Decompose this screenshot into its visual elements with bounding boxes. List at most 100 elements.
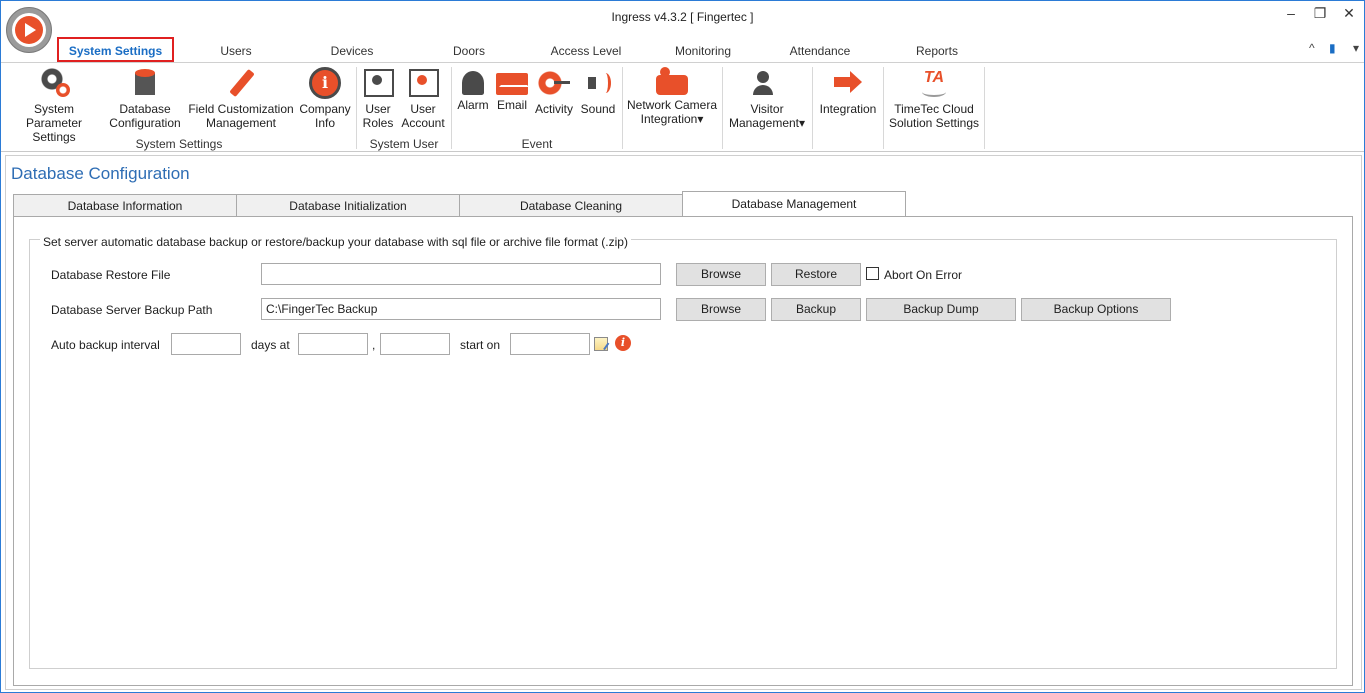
label: Management [205,116,277,130]
tab-attendance[interactable]: Attendance [779,37,861,62]
label: TimeTec Cloud [894,102,974,116]
office-icon[interactable]: ▮ [1329,41,1336,55]
backup-button[interactable]: Backup [771,298,861,321]
camera-icon [656,67,688,95]
main-content: Database Configuration Database Informat… [5,155,1362,690]
sound-button[interactable]: Sound [578,67,618,116]
tab-database-information[interactable]: Database Information [13,194,237,217]
label: Database [119,102,171,116]
backup-options-button[interactable]: Backup Options [1021,298,1171,321]
days-at-label: days at [251,338,290,352]
gear-icon [38,67,70,99]
tab-monitoring[interactable]: Monitoring [663,37,743,62]
label: Account [401,116,445,130]
restore-browse-button[interactable]: Browse [676,263,766,286]
label: Solution Settings [888,116,980,130]
minimize-button[interactable]: – [1277,5,1305,23]
label: Integration [819,102,877,116]
restore-button[interactable]: ❐ [1306,5,1334,23]
label: Visitor [750,102,784,116]
tab-users[interactable]: Users [201,37,271,62]
user-roles-button[interactable]: User Roles [360,67,396,130]
group-legend: Set server automatic database backup or … [40,235,631,249]
info-icon: i [309,67,341,99]
backup-browse-button[interactable]: Browse [676,298,766,321]
system-parameter-settings-button[interactable]: System Parameter Settings [5,67,103,144]
label: User [410,102,436,116]
user-account-button[interactable]: User Account [399,67,447,130]
company-info-button[interactable]: i Company Info [297,67,353,130]
group-separator [356,67,357,149]
app-window: Ingress v4.3.2 [ Fingertec ] – ❐ ✕ Syste… [0,0,1365,693]
database-icon [129,67,161,99]
page-title: Database Configuration [11,164,190,183]
backup-path-input[interactable] [261,298,661,320]
network-camera-integration-button[interactable]: Network Camera Integration▾ [625,67,719,126]
tab-devices[interactable]: Devices [316,37,388,62]
integration-button[interactable]: Integration [815,67,881,116]
title-bar: Ingress v4.3.2 [ Fingertec ] – ❐ ✕ [1,1,1364,33]
interval-input[interactable] [171,333,241,355]
sound-icon [582,67,614,99]
label: Activity [534,102,573,116]
ribbon-panel: System Parameter Settings Database Confi… [1,62,1364,152]
database-configuration-button[interactable]: Database Configuration [107,67,183,130]
auto-backup-label: Auto backup interval [51,338,160,352]
label: Sound [580,102,616,116]
calendar-icon[interactable] [594,337,608,351]
label: User [365,102,391,116]
label: Management▾ [728,116,806,130]
abort-on-error-checkbox[interactable] [866,267,879,280]
tab-strip: Database Information Database Initializa… [13,191,1353,217]
tab-database-initialization[interactable]: Database Initialization [236,194,460,217]
close-button[interactable]: ✕ [1335,5,1363,23]
restore-file-input[interactable] [261,263,661,285]
label: Network Camera [626,98,718,112]
group-separator [722,67,723,149]
restore-button[interactable]: Restore [771,263,861,286]
backup-path-label: Database Server Backup Path [51,303,213,317]
chevron-down-icon[interactable]: ▾ [1353,41,1359,55]
group-separator [451,67,452,149]
email-button[interactable]: Email [494,67,530,112]
start-date-input[interactable] [510,333,590,355]
label: Integration▾ [640,112,704,126]
label: Alarm [457,98,489,112]
collapse-ribbon-icon[interactable]: ^ [1309,41,1315,55]
user-account-icon [407,67,439,99]
group-separator [883,67,884,149]
visitor-management-button[interactable]: Visitor Management▾ [725,67,809,130]
tab-access-level[interactable]: Access Level [541,37,631,62]
window-title: Ingress v4.3.2 [ Fingertec ] [611,10,754,24]
label: System Parameter [25,102,83,130]
group-label-event: Event [521,137,553,151]
field-customization-button[interactable]: Field Customization Management [187,67,295,130]
timetec-cloud-settings-button[interactable]: TA TimeTec Cloud Solution Settings [886,67,982,130]
hour-input[interactable] [298,333,368,355]
backup-dump-button[interactable]: Backup Dump [866,298,1016,321]
label: Company [299,102,351,116]
info-icon[interactable]: i [615,335,631,351]
tab-database-management[interactable]: Database Management [682,191,906,217]
tab-system-settings[interactable]: System Settings [57,37,174,62]
app-logo-icon[interactable] [6,7,52,53]
tab-doors[interactable]: Doors [436,37,502,62]
start-on-label: start on [460,338,501,352]
group-separator [984,67,985,149]
bell-icon [462,71,484,95]
activity-button[interactable]: Activity [532,67,576,116]
label: Configuration [109,116,181,130]
restore-file-label: Database Restore File [51,268,171,282]
tab-reports[interactable]: Reports [901,37,973,62]
minute-input[interactable] [380,333,450,355]
timetec-icon: TA [918,67,950,99]
tab-database-cleaning[interactable]: Database Cleaning [459,194,683,217]
visitor-icon [751,67,783,99]
alarm-button[interactable]: Alarm [454,67,492,112]
activity-icon [538,67,570,99]
label: Roles [362,116,394,130]
comma-label: , [372,338,376,352]
user-roles-icon [362,67,394,99]
label: Info [314,116,335,130]
group-label-system-settings: System Settings [135,137,223,151]
